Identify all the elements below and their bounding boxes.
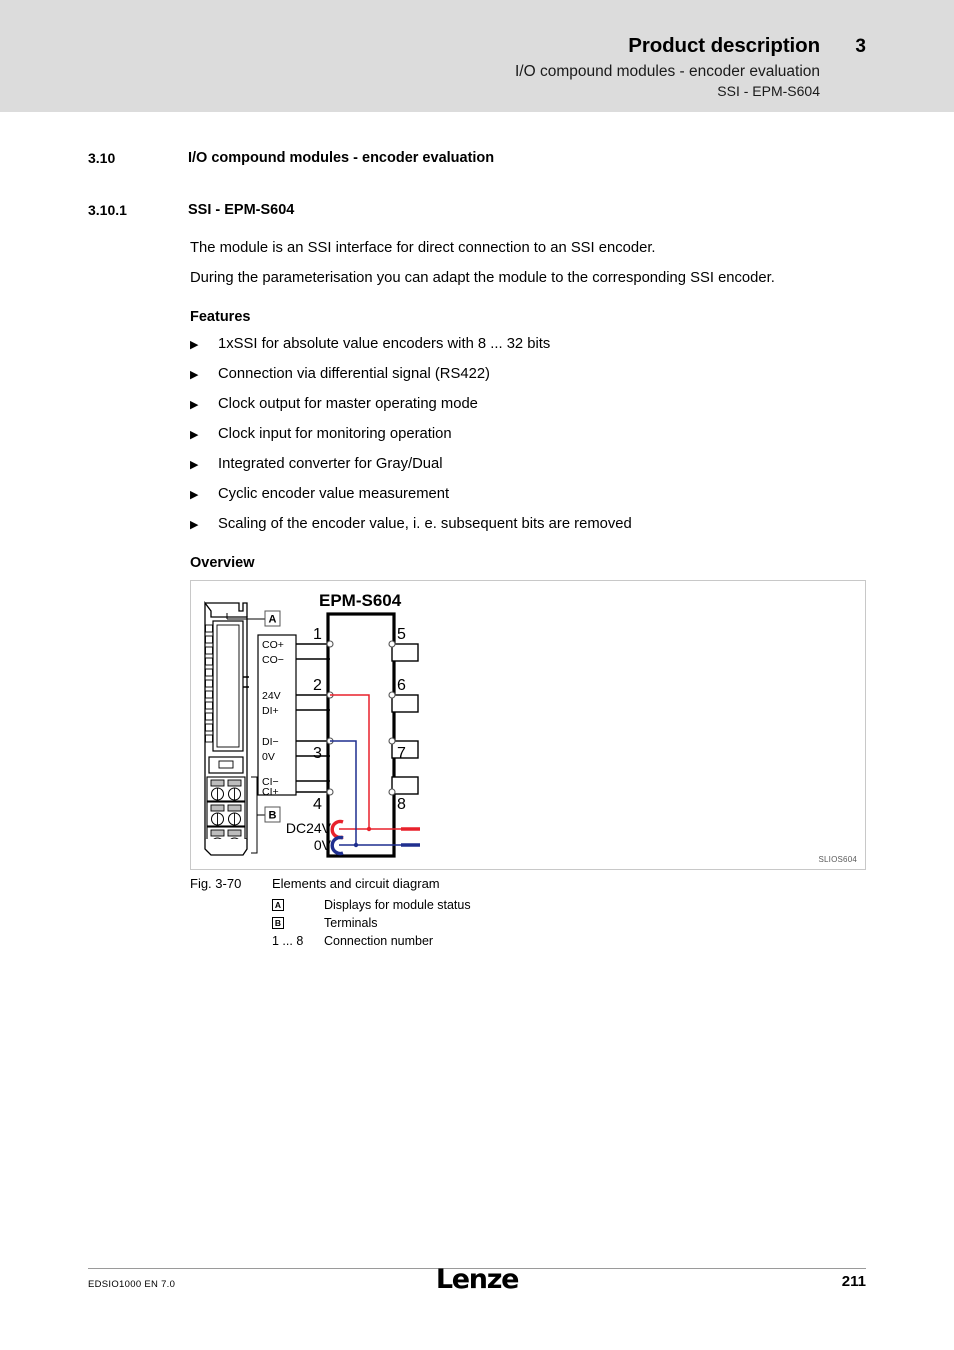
bullet-arrow-icon: ▶ [190,489,199,501]
bullet-arrow-icon: ▶ [190,339,199,351]
terminal-label: CO− [262,654,284,666]
supply-label-0v: 0V [314,837,332,853]
intro-paragraph-2: During the parameterisation you can adap… [190,270,775,286]
pin-number: 8 [397,796,406,813]
pin-number: 2 [313,677,322,694]
connection-nodes [326,640,396,796]
subsection-number: 3.10.1 [88,202,127,218]
terminal-label: DI+ [262,705,279,717]
feature-label: Cyclic encoder value measurement [218,486,450,502]
bullet-arrow-icon: ▶ [190,459,199,471]
legend-item-b: B Terminals [272,916,378,930]
legend-text-b: Terminals [324,916,378,930]
chapter-number: 3 [855,36,866,57]
bullet-arrow-icon: ▶ [190,399,199,411]
callout-b-label: B [269,810,277,822]
page-title: Product description [628,34,820,57]
subsection-title: SSI - EPM-S604 [188,202,295,218]
section-heading-3-10: 3.10 I/O compound modules - encoder eval… [88,150,494,166]
header-title-row: Product description 3 [515,34,866,57]
features-list: ▶ 1xSSI for absolute value encoders with… [190,336,632,546]
feature-label: 1xSSI for absolute value encoders with 8… [218,336,551,352]
pin-number: 7 [397,745,406,762]
pin-number: 1 [313,626,322,643]
legend-box-b: B [272,917,284,929]
list-item: ▶ Cyclic encoder value measurement [190,486,632,516]
supply-labels: DC24V 0V [286,820,332,853]
features-heading: Features [190,309,251,325]
supply-label-dc24v: DC24V [286,820,332,836]
header-subtitle-secondary: SSI - EPM-S604 [717,83,820,99]
figure-watermark: SLIOS604 [818,855,857,864]
terminal-label: CO+ [262,639,284,651]
figure-caption-text: Elements and circuit diagram [272,876,440,891]
legend-text-a: Displays for module status [324,898,471,912]
legend-key-b: B [272,916,324,930]
terminal-label: 0V [262,751,275,763]
bullet-arrow-icon: ▶ [190,369,199,381]
legend-text-numbers: Connection number [324,934,434,948]
pin-number: 5 [397,626,406,643]
pin-number: 6 [397,677,406,694]
terminal-label: CI+ [262,786,279,798]
overview-heading: Overview [190,555,255,571]
legend-box-a: A [272,899,284,911]
circuit-diagram-svg: A B EPM-S604 CO+ CO− 24V DI+ DI− 0V CI− … [204,591,420,858]
feature-label: Scaling of the encoder value, i. e. subs… [218,516,632,532]
module-title: EPM-S604 [319,591,402,610]
wire-junction-positive [366,826,372,832]
feature-label: Clock input for monitoring operation [218,426,452,442]
feature-label: Integrated converter for Gray/Dual [218,456,443,472]
feature-label: Clock output for master operating mode [218,396,478,412]
section-number: 3.10 [88,150,116,166]
section-heading-3-10-1: 3.10.1 SSI - EPM-S604 [88,202,294,218]
intro-paragraph-1: The module is an SSI interface for direc… [190,240,656,256]
wire-dc24v-positive [330,694,370,829]
bullet-arrow-icon: ▶ [190,519,199,531]
page-header-text: Product description 3 I/O compound modul… [514,34,866,99]
left-connection-lines [296,643,330,793]
list-item: ▶ Clock input for monitoring operation [190,426,632,456]
page-number: 211 [841,1273,866,1290]
callout-a-label: A [269,614,277,626]
list-item: ▶ Integrated converter for Gray/Dual [190,456,632,486]
legend-key-a: A [272,898,324,912]
page-header-band: Product description 3 I/O compound modul… [0,0,954,112]
pin-number: 4 [313,796,322,813]
pin-numbers-left: 1 2 3 4 [313,626,322,813]
bullet-arrow-icon: ▶ [190,429,199,441]
wire-junction-negative [353,842,359,848]
list-item: ▶ 1xSSI for absolute value encoders with… [190,336,632,366]
figure-number: Fig. 3-70 [190,876,242,891]
brand-logo: Lenze [435,1264,520,1295]
legend-key-numbers: 1 ... 8 [272,934,304,948]
list-item: ▶ Scaling of the encoder value, i. e. su… [190,516,632,546]
list-item: ▶ Connection via differential signal (RS… [190,366,632,396]
terminal-label: DI− [262,736,279,748]
section-title: I/O compound modules - encoder evaluatio… [188,150,495,166]
list-item: ▶ Clock output for master operating mode [190,396,632,426]
module-body-outline [326,612,396,858]
legend-item-a: A Displays for module status [272,898,471,912]
pin-number: 3 [313,745,322,762]
terminal-label: 24V [262,690,281,702]
header-subtitle-primary: I/O compound modules - encoder evaluatio… [514,62,820,80]
legend-item-numbers: 1 ... 8 Connection number [272,934,433,948]
figure-elements-and-circuit-diagram: A B EPM-S604 CO+ CO− 24V DI+ DI− 0V CI− … [190,580,866,870]
figure-caption: Fig. 3-70 Elements and circuit diagram [190,876,440,891]
right-terminal-stubs [391,643,419,795]
module-illustration [204,601,249,856]
feature-label: Connection via differential signal (RS42… [218,366,490,382]
